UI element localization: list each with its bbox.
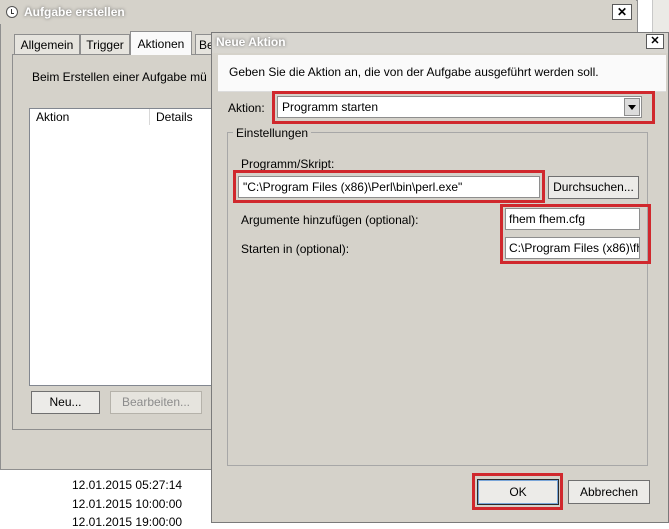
chevron-down-icon[interactable] (624, 98, 640, 116)
task-window-close-button[interactable]: ✕ (612, 4, 632, 20)
tab-description: Beim Erstellen einer Aufgabe mü (32, 70, 207, 84)
timestamp: 12.01.2015 10:00:00 (72, 497, 183, 511)
clock-icon (6, 6, 18, 18)
close-icon: ✕ (650, 35, 660, 47)
arguments-input[interactable]: fhem fhem.cfg (505, 208, 640, 230)
program-input[interactable]: "C:\Program Files (x86)\Perl\bin\perl.ex… (238, 176, 540, 198)
program-label: Programm/Skript: (241, 157, 335, 171)
new-action-button[interactable]: Neu... (31, 391, 100, 414)
aktion-label: Aktion: (228, 101, 265, 115)
settings-group-label: Einstellungen (233, 126, 312, 140)
column-header-details[interactable]: Details (150, 109, 212, 125)
tab-trigger[interactable]: Trigger (80, 34, 130, 54)
tab-allgemein[interactable]: Allgemein (14, 34, 80, 54)
dialog-close-button[interactable]: ✕ (646, 34, 664, 49)
tab-aktionen[interactable]: Aktionen (130, 31, 192, 55)
start-in-label: Starten in (optional): (241, 242, 350, 256)
cancel-button[interactable]: Abbrechen (568, 480, 650, 504)
aktion-select-value: Programm starten (282, 100, 379, 114)
task-window-title: Aufgabe erstellen (24, 5, 125, 19)
arguments-label: Argumente hinzufügen (optional): (241, 213, 419, 227)
timestamp: 12.01.2015 19:00:00 (72, 515, 183, 529)
ok-button[interactable]: OK (477, 479, 559, 505)
dialog-title: Neue Aktion (216, 35, 286, 49)
dialog-instruction: Geben Sie die Aktion an, die von der Auf… (229, 65, 599, 79)
action-list[interactable] (29, 108, 219, 386)
close-icon: ✕ (616, 5, 628, 19)
start-in-input[interactable]: C:\Program Files (x86)\fh (505, 237, 640, 259)
edit-action-button[interactable]: Bearbeiten... (110, 391, 202, 414)
timestamp: 12.01.2015 05:27:14 (72, 478, 183, 492)
browse-button[interactable]: Durchsuchen... (548, 176, 639, 199)
column-header-aktion[interactable]: Aktion (30, 109, 150, 125)
